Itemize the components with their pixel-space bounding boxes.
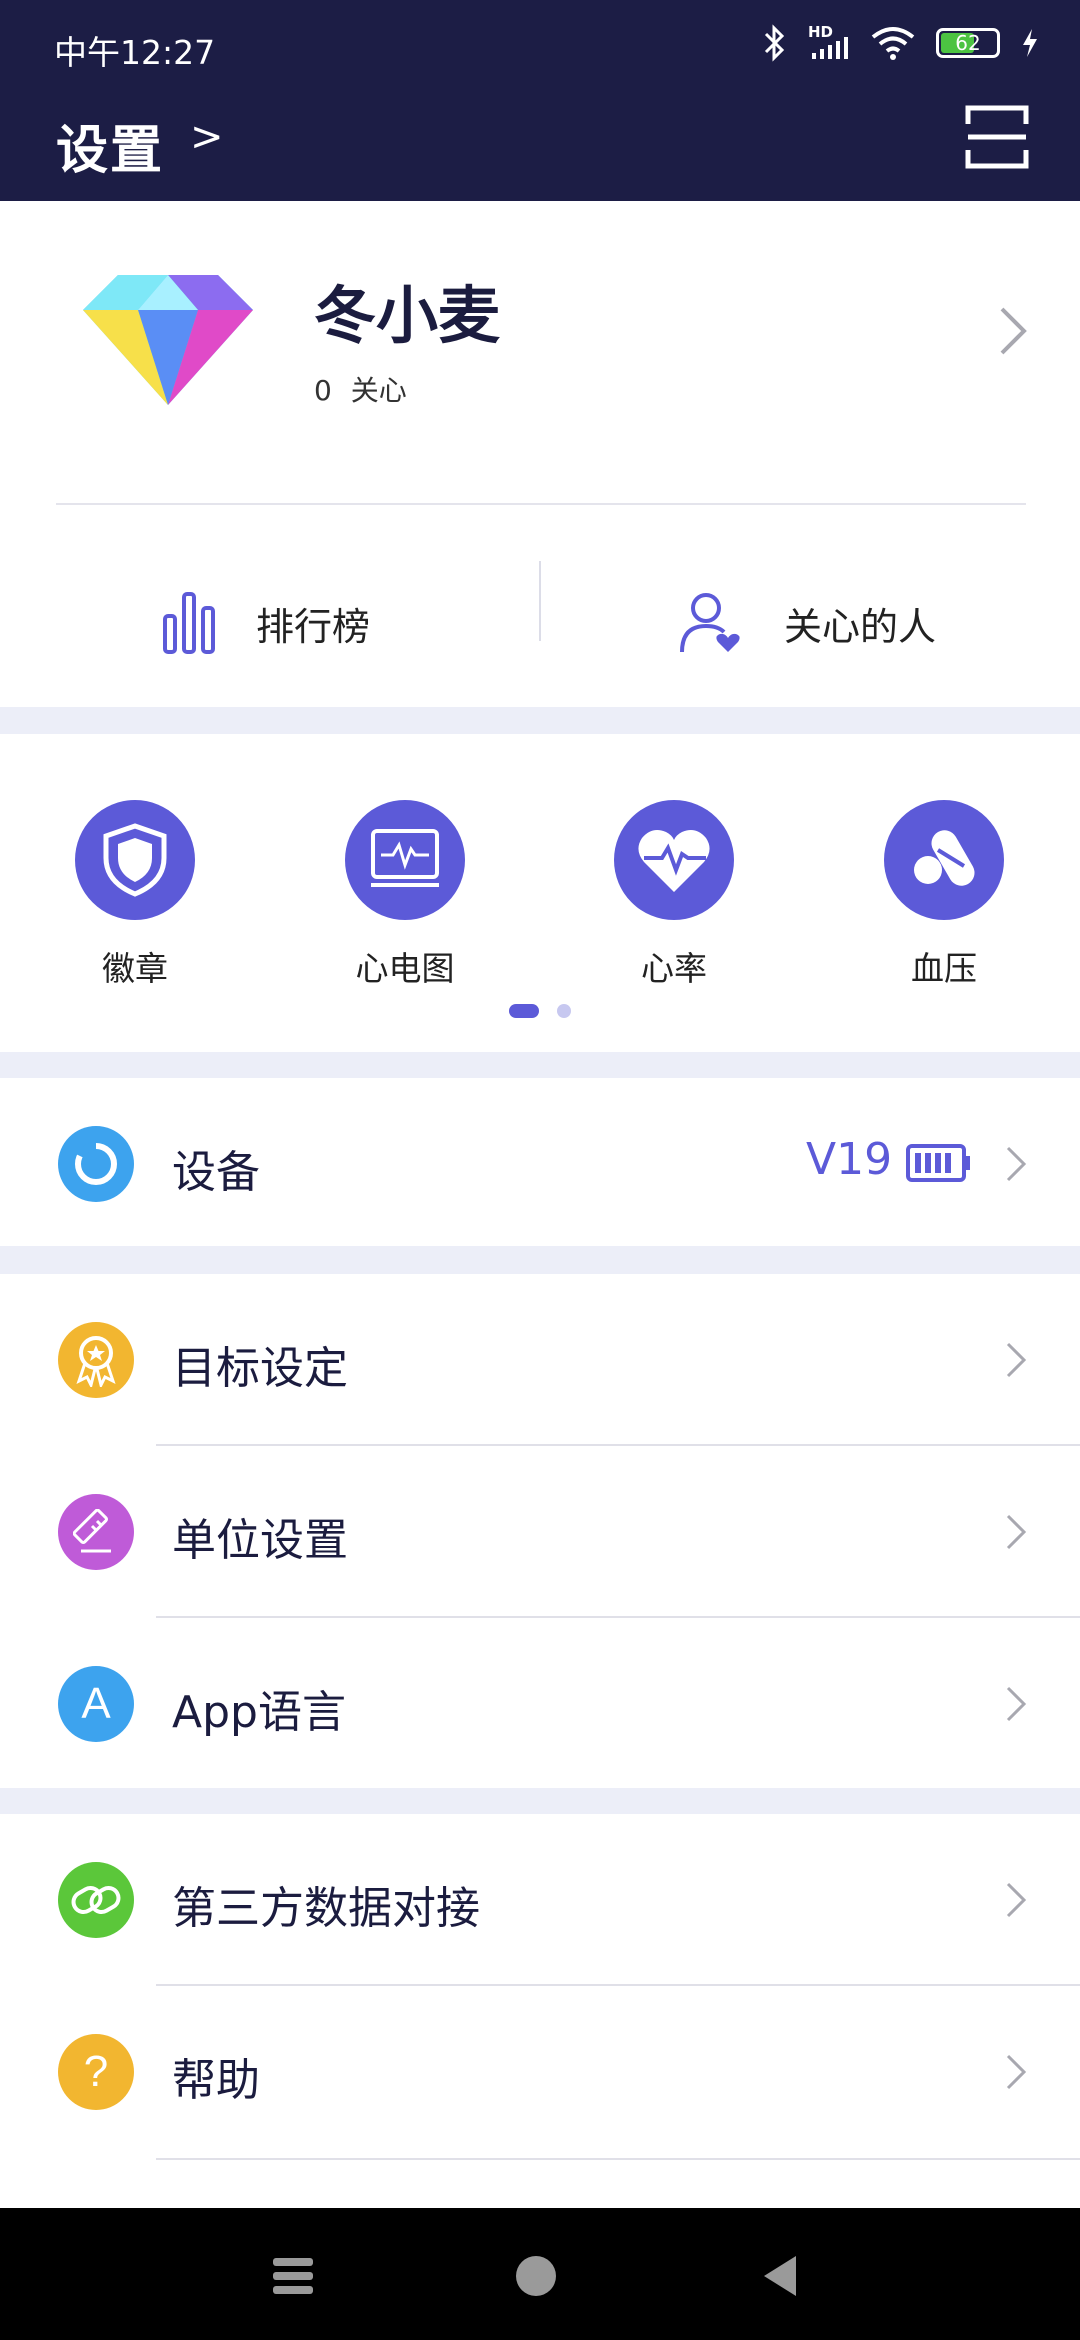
follow-count-value: 0: [314, 374, 332, 407]
ecg-monitor-icon: [371, 829, 439, 887]
people-i-care-label: 关心的人: [784, 604, 937, 649]
device-row[interactable]: 设备 V19: [0, 1078, 1080, 1246]
feature-blood-pressure[interactable]: 血压: [854, 800, 1034, 990]
device-battery-icon: [906, 1144, 970, 1182]
feature-grid: 徽章 心电图 心率 血压: [0, 734, 1080, 1052]
language-icon: A: [58, 1666, 134, 1742]
third-party-row[interactable]: 第三方数据对接: [0, 1814, 1080, 1986]
diamond-avatar[interactable]: [78, 265, 258, 415]
chevron-right-icon[interactable]: >: [190, 114, 224, 160]
leaderboard-label: 排行榜: [256, 604, 371, 649]
page-title[interactable]: 设置: [56, 108, 164, 183]
menu-icon[interactable]: [263, 2248, 323, 2304]
scan-icon[interactable]: [964, 104, 1030, 170]
bar-chart-icon: [163, 592, 215, 654]
unit-setting-row[interactable]: 单位设置: [0, 1446, 1080, 1618]
device-version: V19: [806, 1134, 893, 1185]
feature-label: 徽章: [102, 949, 168, 988]
heart-rate-icon: [638, 830, 710, 892]
follow-count-label: 关心: [350, 374, 407, 407]
feature-ecg[interactable]: 心电图: [315, 800, 495, 990]
help-row[interactable]: ? 帮助: [0, 1986, 1080, 2158]
chevron-right-icon[interactable]: [998, 305, 1028, 357]
settings-list: 目标设定 单位设置 A App语言: [0, 1274, 1080, 1788]
link-icon: [58, 1862, 134, 1938]
badge-button[interactable]: [75, 800, 195, 920]
system-nav-bar: [0, 2208, 1080, 2340]
feature-badge[interactable]: 徽章: [45, 800, 225, 990]
follow-count[interactable]: 0 关心: [314, 369, 407, 409]
ruler-icon: [58, 1494, 134, 1570]
status-time: 中午12:27: [54, 33, 216, 72]
people-i-care-link[interactable]: 关心的人: [678, 573, 936, 673]
battery-icon: 62: [936, 28, 1000, 58]
unit-setting-label: 单位设置: [172, 1515, 348, 1566]
back-icon[interactable]: [750, 2248, 810, 2304]
battery-level: 62: [955, 31, 981, 55]
leaderboard-link[interactable]: 排行榜: [162, 573, 370, 673]
profile-card: 冬小麦 0 关心 排行榜 关心的人: [0, 201, 1080, 707]
award-icon: [58, 1322, 134, 1398]
chevron-right-icon: [1006, 2054, 1027, 2090]
feature-heart-rate[interactable]: 心率: [584, 800, 764, 990]
feature-label: 心电图: [355, 949, 455, 988]
feature-label: 心率: [641, 949, 707, 988]
help-label: 帮助: [172, 2055, 260, 2106]
shield-icon: [103, 823, 167, 897]
bluetooth-icon: [764, 24, 785, 62]
cellular-signal-icon: HD: [808, 23, 850, 61]
goal-setting-label: 目标设定: [172, 1343, 348, 1394]
status-icons: HD 62: [760, 23, 1040, 62]
third-party-label: 第三方数据对接: [172, 1883, 480, 1934]
page-indicator: [0, 1004, 1080, 1018]
language-icon-glyph: A: [81, 1679, 111, 1728]
app-language-row[interactable]: A App语言: [0, 1618, 1080, 1790]
page-dot[interactable]: [557, 1004, 571, 1018]
goal-setting-row[interactable]: 目标设定: [0, 1274, 1080, 1446]
heart-rate-button[interactable]: [614, 800, 734, 920]
device-ring-icon: [58, 1126, 134, 1202]
blood-pressure-button[interactable]: [884, 800, 1004, 920]
pills-icon: [914, 830, 975, 886]
app-header: 中午12:27 HD 62 设置 >: [0, 0, 1080, 201]
divider: [539, 561, 541, 641]
device-label: 设备: [172, 1147, 260, 1198]
app-language-label: App语言: [172, 1687, 346, 1738]
charging-icon: [1023, 29, 1037, 57]
chevron-right-icon: [1006, 1882, 1027, 1918]
person-heart-icon: [680, 593, 740, 653]
divider: [56, 503, 1026, 505]
divider: [156, 2158, 1080, 2160]
home-icon[interactable]: [506, 2248, 566, 2304]
chevron-right-icon: [1006, 1342, 1027, 1378]
page-dot-active[interactable]: [509, 1004, 539, 1018]
chevron-right-icon: [1006, 1146, 1027, 1182]
help-icon-glyph: ?: [83, 2047, 109, 2096]
more-list: 第三方数据对接 ? 帮助: [0, 1814, 1080, 2208]
help-icon: ?: [58, 2034, 134, 2110]
ecg-button[interactable]: [345, 800, 465, 920]
profile-name[interactable]: 冬小麦: [314, 265, 500, 355]
device-card: 设备 V19: [0, 1078, 1080, 1246]
chevron-right-icon: [1006, 1514, 1027, 1550]
wifi-icon: [871, 27, 915, 60]
feature-label: 血压: [911, 949, 977, 988]
chevron-right-icon: [1006, 1686, 1027, 1722]
